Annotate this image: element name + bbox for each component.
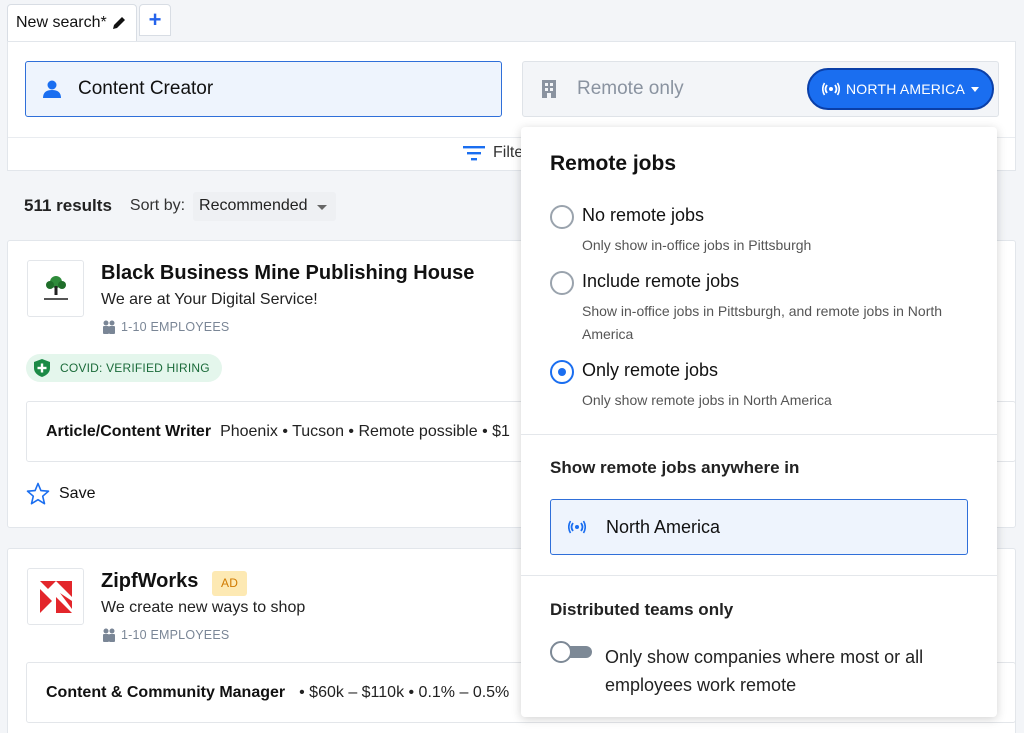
tab-bar: New search* + — [0, 0, 1024, 42]
people-icon — [103, 628, 115, 642]
job-title: Article/Content Writer — [46, 422, 212, 440]
person-icon — [43, 80, 61, 98]
pencil-icon[interactable] — [111, 15, 127, 31]
company-logo[interactable] — [27, 568, 84, 625]
anywhere-section-title: Show remote jobs anywhere in — [550, 458, 800, 477]
role-input-value: Content Creator — [78, 78, 214, 99]
company-tagline: We create new ways to shop — [101, 599, 306, 616]
option-description: Only show in-office jobs in Pittsburgh — [582, 237, 812, 253]
option-label: Include remote jobs — [582, 271, 740, 291]
tab-new-search[interactable]: New search* — [7, 4, 137, 41]
covid-badge: COVID: VERIFIED HIRING — [26, 354, 222, 382]
filters-label: Filte — [493, 144, 524, 161]
divider — [521, 434, 997, 435]
radio-no-remote[interactable] — [550, 205, 574, 229]
sort-value: Recommended — [199, 197, 308, 214]
results-bar: 511 results Sort by: Recommended — [24, 191, 336, 221]
star-icon — [26, 482, 50, 505]
region-button-label: NORTH AMERICA — [845, 81, 966, 97]
location-input-value: Remote only — [577, 78, 684, 99]
save-button[interactable]: Save — [26, 482, 95, 506]
ad-badge: AD — [212, 571, 248, 596]
sort-label: Sort by: — [129, 197, 186, 214]
sort-select[interactable]: Recommended — [193, 191, 336, 221]
add-tab-button[interactable]: + — [139, 4, 171, 36]
tab-label: New search* — [16, 14, 107, 31]
divider — [521, 575, 997, 576]
employee-count: 1-10 EMPLOYEES — [101, 628, 229, 642]
results-count: 511 results — [24, 196, 112, 215]
tree-logo-icon — [43, 275, 68, 300]
broadcast-icon — [821, 82, 840, 96]
option-description: Show in-office jobs in Pittsburgh, and r… — [582, 303, 943, 342]
broadcast-icon — [568, 520, 586, 534]
job-title: Content & Community Manager — [46, 683, 286, 701]
radio-include-remote[interactable] — [550, 271, 574, 295]
caret-down-icon — [316, 204, 327, 210]
toggle-description: Only show companies where most or all em… — [605, 647, 924, 695]
radio-only-remote[interactable] — [550, 360, 574, 384]
shield-plus-icon — [34, 359, 50, 377]
caret-down-icon — [971, 86, 980, 92]
dropdown-title: Remote jobs — [550, 152, 677, 175]
filter-icon — [463, 146, 485, 161]
zipfworks-logo-icon — [39, 580, 72, 613]
location-input[interactable]: Remote only NORTH AMERICA — [522, 61, 999, 117]
company-tagline: We are at Your Digital Service! — [101, 291, 318, 308]
save-label: Save — [59, 485, 96, 502]
option-label: No remote jobs — [582, 205, 705, 225]
employee-count-text: 1-10 EMPLOYEES — [121, 320, 230, 334]
people-icon — [103, 320, 115, 334]
region-input[interactable]: North America — [550, 499, 968, 555]
option-description: Only show remote jobs in North America — [582, 392, 832, 408]
role-search-input[interactable]: Content Creator — [25, 61, 502, 117]
company-name[interactable]: Black Business Mine Publishing House — [101, 262, 474, 285]
company-name[interactable]: ZipfWorks — [101, 570, 198, 593]
employee-count: 1-10 EMPLOYEES — [101, 320, 229, 334]
building-icon — [542, 80, 556, 98]
remote-jobs-dropdown: Remote jobs No remote jobs Only show in-… — [521, 127, 997, 717]
toggle-knob — [550, 641, 572, 663]
covid-badge-text: COVID: VERIFIED HIRING — [60, 361, 210, 375]
employee-count-text: 1-10 EMPLOYEES — [121, 628, 230, 642]
distributed-section-title: Distributed teams only — [550, 600, 734, 619]
option-label: Only remote jobs — [582, 360, 719, 380]
job-meta: Phoenix • Tucson • Remote possible • $1 — [220, 422, 510, 440]
company-logo[interactable] — [27, 260, 84, 317]
distributed-teams-toggle[interactable] — [550, 641, 592, 663]
region-input-value: North America — [606, 516, 721, 537]
job-meta: • $60k – $110k • 0.1% – 0.5% — [299, 683, 510, 701]
region-dropdown-button[interactable]: NORTH AMERICA — [807, 68, 994, 110]
